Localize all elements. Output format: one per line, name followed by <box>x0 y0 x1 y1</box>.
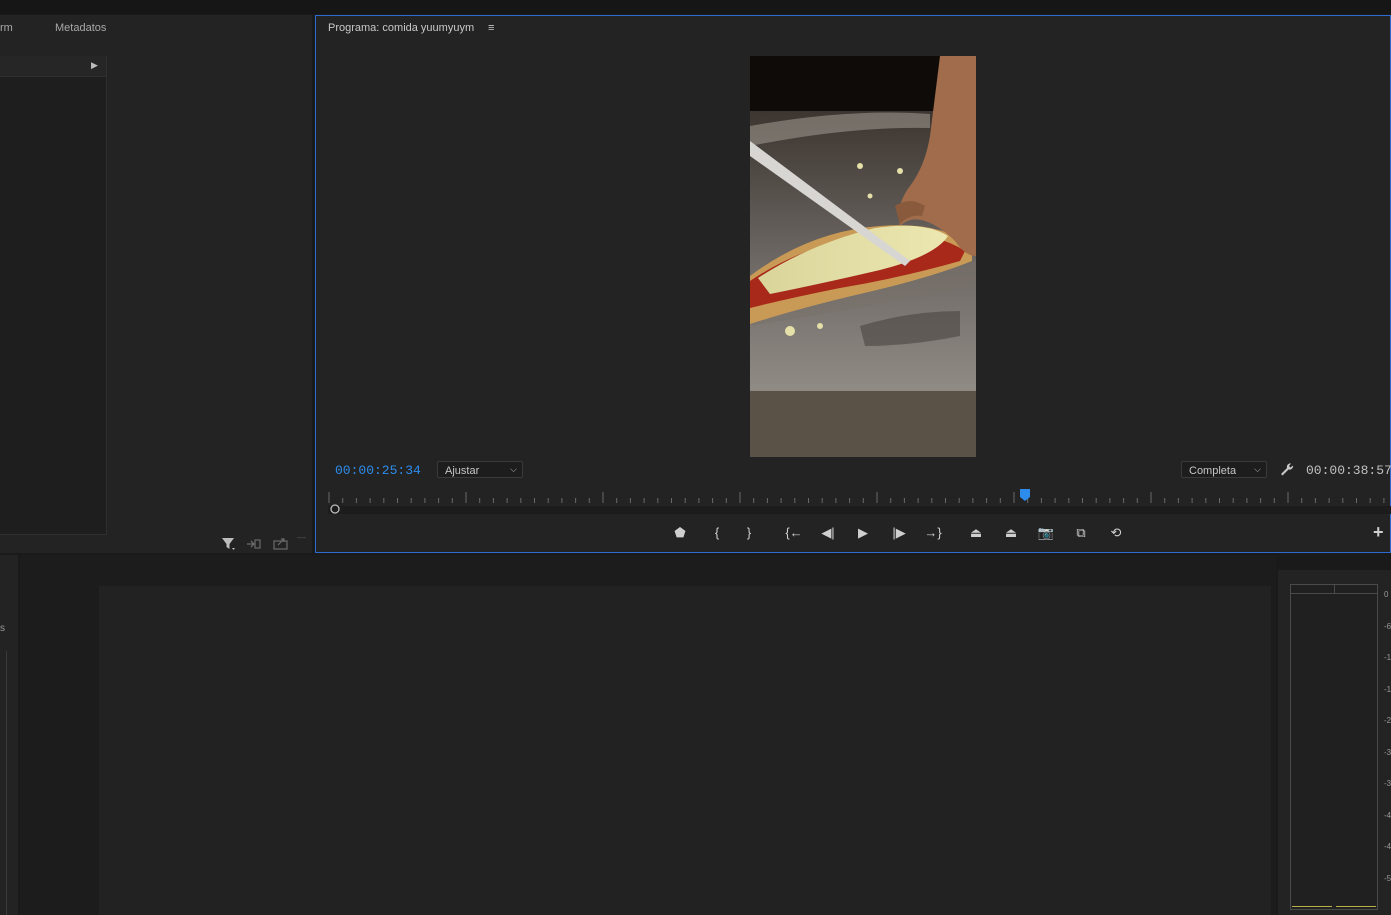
meter-scale-label: -24 <box>1384 716 1391 725</box>
time-ruler[interactable] <box>328 490 1391 504</box>
extract-button[interactable]: ⏏ <box>1000 524 1022 542</box>
tab-partial[interactable]: rm <box>0 22 13 34</box>
in-point-handle[interactable] <box>330 504 342 516</box>
video-preview <box>750 56 976 457</box>
video-frame-image <box>750 56 976 457</box>
project-list-edge <box>0 651 7 915</box>
mark-out-button[interactable]: } <box>738 524 760 542</box>
duration-timecode: 00:00:38:57 <box>1306 463 1391 478</box>
meter-scale-label: -36 <box>1384 779 1391 788</box>
chevron-down-icon: ⌵ <box>510 464 517 474</box>
go-to-out-button[interactable]: →} <box>922 524 944 542</box>
playhead[interactable] <box>1019 489 1031 503</box>
meter-scale-label: -12 <box>1384 653 1391 662</box>
meter-scale: 0 -6 -12 -18 -24 -30 -36 -42 -48 -54 <box>1380 584 1391 910</box>
play-button[interactable]: ▶ <box>852 524 874 542</box>
export-icon[interactable] <box>273 536 289 550</box>
meter-scale-label: -42 <box>1384 810 1391 820</box>
meter-scale-label: -30 <box>1384 747 1391 757</box>
meter-scale-label: -54 <box>1384 873 1391 883</box>
meter-scale-label: -48 <box>1384 842 1391 851</box>
filter-icon[interactable] <box>221 536 237 552</box>
program-title[interactable]: Programa: comida yuumyuym <box>328 22 474 34</box>
toggle-proxies-button[interactable]: ⟲ <box>1105 524 1127 542</box>
tab-metadata[interactable]: Metadatos <box>55 22 106 34</box>
go-to-in-button[interactable]: {← <box>783 524 805 542</box>
compare-view-button[interactable]: ⧉ <box>1070 524 1092 542</box>
add-button[interactable]: + <box>1373 522 1384 543</box>
triangle-right-icon[interactable]: ▶ <box>91 60 98 71</box>
top-bar <box>0 0 1391 14</box>
zoom-select-value: Ajustar <box>445 465 480 477</box>
insert-clip-icon[interactable] <box>246 537 262 551</box>
bin-list <box>0 56 107 535</box>
step-back-button[interactable]: ◀| <box>817 524 839 542</box>
panel-resize-handle[interactable]: — <box>297 532 306 542</box>
meter-level-right <box>1336 906 1376 907</box>
panel-menu-icon[interactable]: ≡ <box>488 22 494 34</box>
audio-meter <box>1290 584 1378 910</box>
export-frame-button[interactable]: 📷 <box>1035 524 1057 542</box>
meter-scale-label: -18 <box>1384 684 1391 694</box>
resolution-select[interactable]: Completa ⌵ <box>1181 461 1267 478</box>
timeline-area[interactable] <box>99 586 1271 915</box>
lower-left-partial: s <box>0 623 5 634</box>
lift-button[interactable]: ⏏ <box>965 524 987 542</box>
chevron-down-icon: ⌵ <box>1254 464 1261 474</box>
scrub-bar[interactable] <box>328 506 1391 514</box>
wrench-icon[interactable] <box>1279 461 1295 477</box>
meter-scale-label: -6 <box>1384 621 1391 631</box>
step-forward-button[interactable]: |▶ <box>888 524 910 542</box>
zoom-select[interactable]: Ajustar ⌵ <box>437 461 523 478</box>
meter-level-left <box>1292 906 1332 907</box>
resolution-select-value: Completa <box>1189 465 1237 477</box>
add-marker-button[interactable]: ⬟ <box>669 524 691 542</box>
meter-scale-label: 0 <box>1384 590 1389 599</box>
mark-in-button[interactable]: { <box>706 524 728 542</box>
current-timecode[interactable]: 00:00:25:34 <box>335 463 421 478</box>
